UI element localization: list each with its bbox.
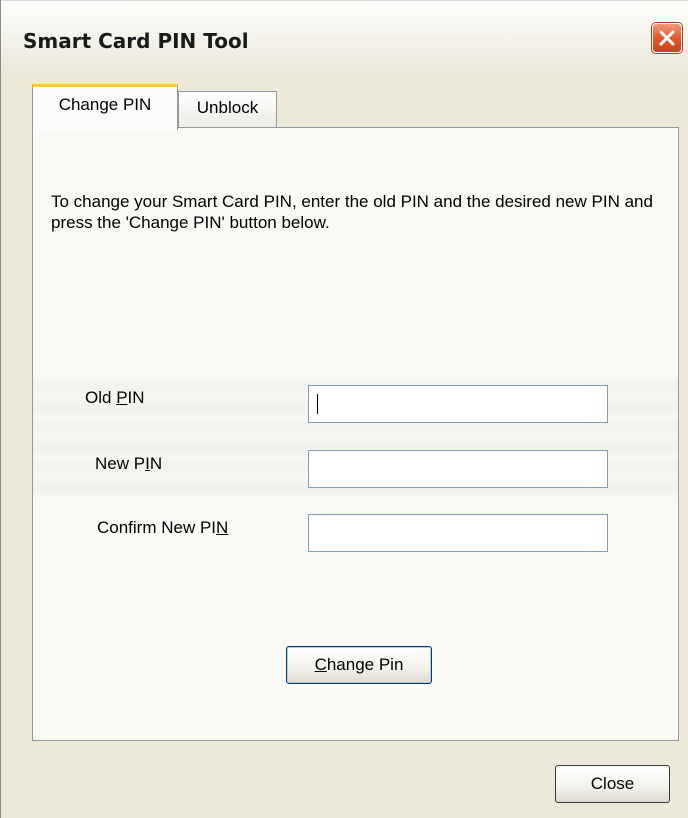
new-pin-field[interactable] — [308, 450, 608, 488]
tab-label: Change PIN — [58, 95, 152, 114]
close-button[interactable]: Close — [555, 765, 670, 803]
instructions-text: To change your Smart Card PIN, enter the… — [51, 192, 653, 232]
dialog-window: Smart Card PIN Tool Change PIN Unblock T… — [0, 0, 688, 818]
text-caret — [317, 394, 318, 414]
change-pin-panel: To change your Smart Card PIN, enter the… — [32, 127, 679, 741]
close-window-button[interactable] — [652, 23, 682, 53]
change-pin-button[interactable]: Change Pin — [286, 646, 432, 684]
confirm-new-pin-label: Confirm New PIN — [97, 518, 229, 537]
tab-change-pin[interactable]: Change PIN — [32, 84, 178, 130]
new-pin-label: New PIN — [95, 454, 163, 473]
title-bar[interactable]: Smart Card PIN Tool — [1, 0, 688, 69]
window-title: Smart Card PIN Tool — [23, 29, 249, 53]
close-icon — [659, 30, 675, 46]
old-pin-field[interactable] — [308, 385, 608, 423]
old-pin-label: Old PIN — [85, 388, 145, 407]
tab-label: Unblock — [196, 98, 259, 117]
tab-unblock[interactable]: Unblock — [178, 91, 277, 127]
confirm-new-pin-field[interactable] — [308, 514, 608, 552]
